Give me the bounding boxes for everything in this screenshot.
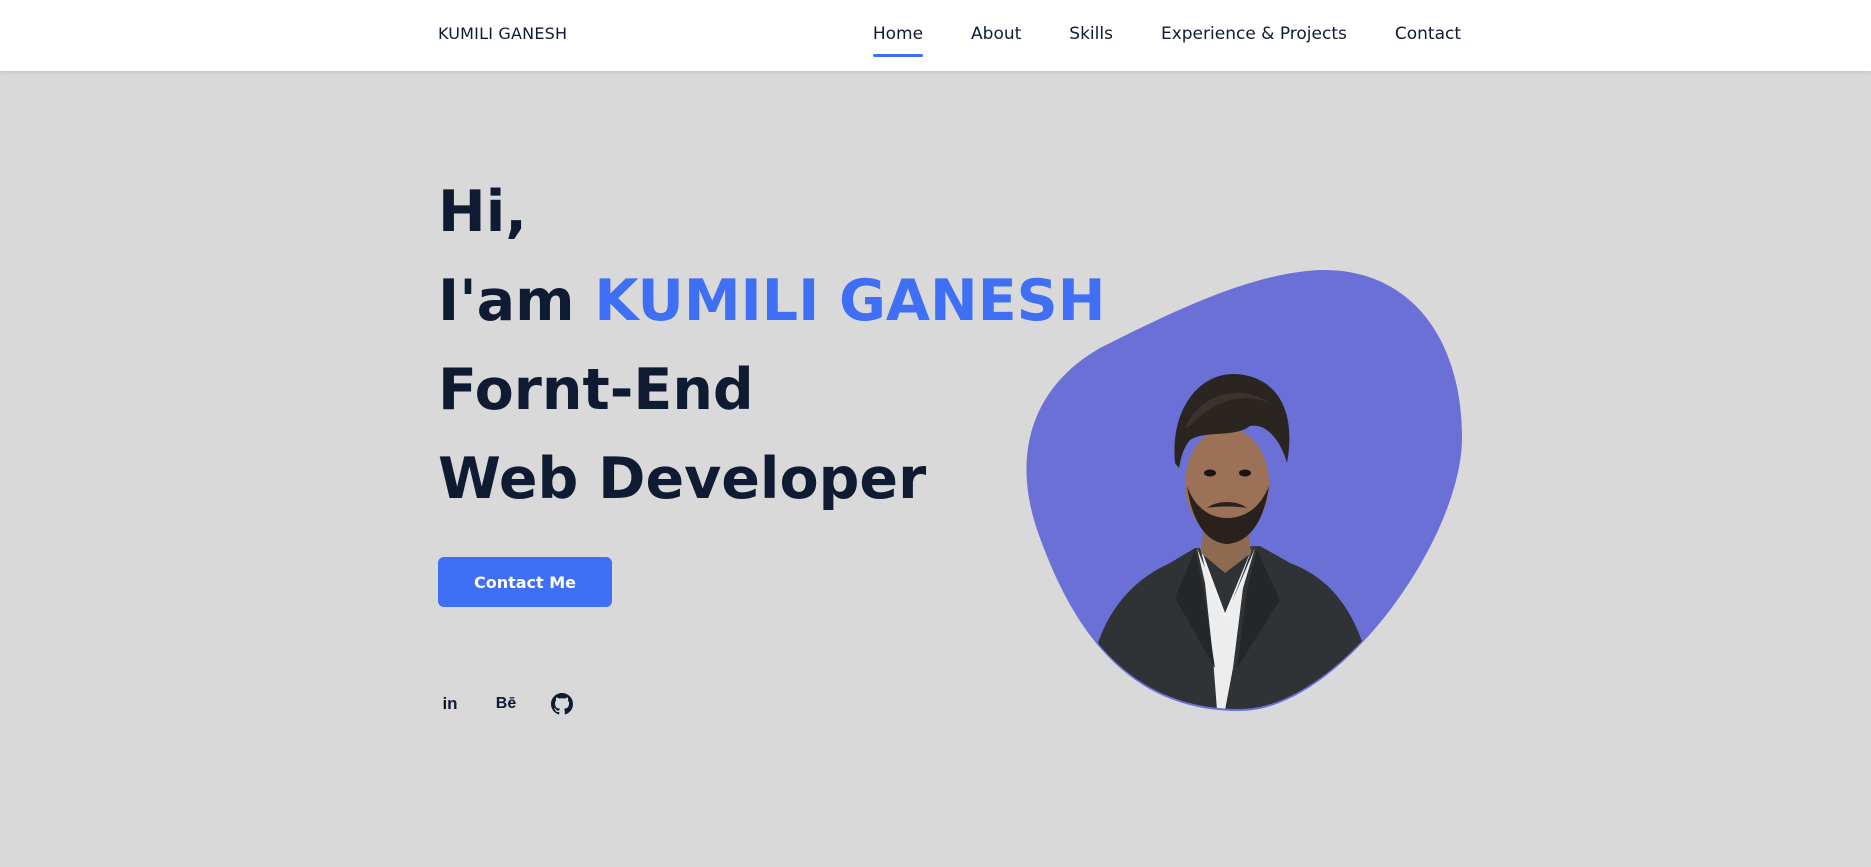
hero-intro-prefix: I'am [438,268,595,334]
hero-heading: Hi, I'am KUMILI GANESH Fornt-End Web Dev… [438,168,1105,524]
linkedin-icon: in [442,694,458,713]
hero-intro: I'am KUMILI GANESH [438,257,1105,346]
nav-experience-projects[interactable]: Experience & Projects [1161,24,1347,44]
nav-contact[interactable]: Contact [1395,24,1461,44]
social-links: in Bē [438,692,574,716]
hero-role-line1: Fornt-End [438,357,754,423]
nav-about[interactable]: About [971,24,1021,44]
linkedin-link[interactable]: in [438,692,462,716]
nav-home[interactable]: Home [872,24,924,57]
contact-me-button[interactable]: Contact Me [438,557,612,607]
hero-role-line2: Web Developer [438,446,927,512]
main-nav: Home About Skills Experience & Projects … [872,24,1461,57]
github-link[interactable] [550,692,574,716]
behance-link[interactable]: Bē [494,692,518,716]
github-icon [551,693,573,715]
site-logo[interactable]: KUMILI GANESH [438,24,567,43]
nav-skills[interactable]: Skills [1069,24,1113,44]
top-navbar: KUMILI GANESH Home About Skills Experien… [0,0,1871,71]
behance-icon: Bē [495,695,517,712]
profile-photo [1085,373,1375,709]
hero-greeting: Hi, [438,179,527,245]
